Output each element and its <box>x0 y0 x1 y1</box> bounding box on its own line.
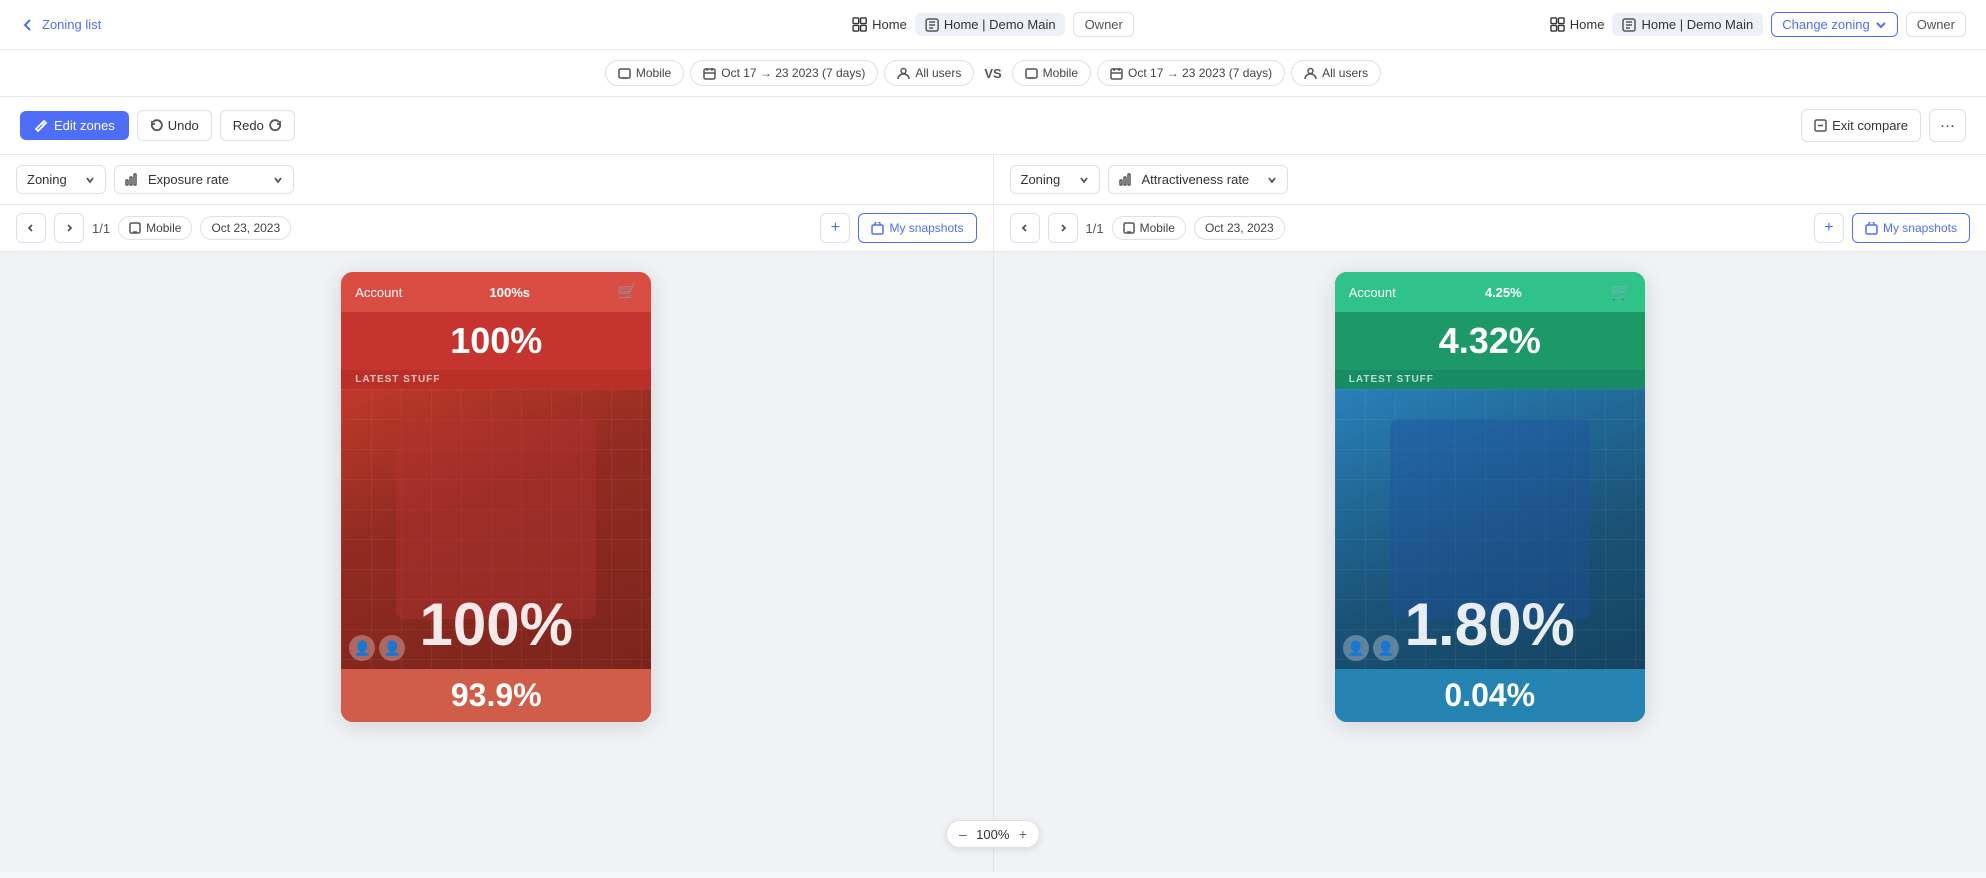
right-zone-image: 1.80% 👤 👤 <box>1335 389 1645 669</box>
nav-right: Home Home | Demo Main Change zoning Owne… <box>1550 12 1966 37</box>
owner-badge-right[interactable]: Owner <box>1906 12 1966 37</box>
right-panel-toolbar: 1/1 Mobile Oct 23, 2023 + My s <box>994 205 1986 252</box>
home-button-left[interactable]: Home <box>852 17 907 32</box>
left-account-pct: 100% <box>341 312 651 370</box>
device-label-right: Mobile <box>1043 66 1078 80</box>
left-phone-screen: Account 100%s 🛒 100% LATEST STUFF 100% 👤… <box>341 272 651 722</box>
left-panel-page: 1/1 <box>92 221 110 236</box>
filter-group-right: Mobile Oct 17 → 23 2023 (7 days) All use… <box>1012 60 1381 86</box>
person-icon-2: 👤 <box>379 635 405 661</box>
left-bottom-pct: 93.9% <box>341 669 651 722</box>
undo-button[interactable]: Undo <box>137 110 212 141</box>
right-panel-device: Mobile <box>1112 216 1186 240</box>
date-chip-right[interactable]: Oct 17 → 23 2023 (7 days) <box>1097 60 1285 86</box>
right-panel-date: Oct 23, 2023 <box>1194 216 1285 240</box>
breadcrumb-left[interactable]: Home | Demo Main <box>915 13 1066 36</box>
device-label-left: Mobile <box>636 66 671 80</box>
date-label-left: Oct 17 → 23 2023 (7 days) <box>721 66 865 80</box>
left-panel: Zoning Exposure rate <box>0 155 994 872</box>
owner-badge-left[interactable]: Owner <box>1074 12 1134 37</box>
change-zoning-button[interactable]: Change zoning <box>1771 12 1897 37</box>
right-panel-page: 1/1 <box>1086 221 1104 236</box>
right-panel-snapshots[interactable]: My snapshots <box>1852 213 1970 243</box>
more-button[interactable]: ··· <box>1929 109 1966 142</box>
users-label-right: All users <box>1322 66 1368 80</box>
left-panel-next[interactable] <box>54 213 84 243</box>
device-chip-left[interactable]: Mobile <box>605 60 684 86</box>
left-panel-toolbar: 1/1 Mobile Oct 23, 2023 + My s <box>0 205 993 252</box>
left-account-header: Account 100%s 🛒 <box>341 272 651 312</box>
person-icon-4: 👤 <box>1373 635 1399 661</box>
toolbar-right: Exit compare ··· <box>1801 109 1966 142</box>
right-panel-toolbar-right: + My snapshots <box>1814 213 1970 243</box>
person-icon-1: 👤 <box>349 635 375 661</box>
redo-button[interactable]: Redo <box>220 110 295 141</box>
left-panel-prev[interactable] <box>16 213 46 243</box>
filter-bar: Mobile Oct 17 → 23 2023 (7 days) All use… <box>0 50 1986 97</box>
left-panel-content: Account 100%s 🛒 100% LATEST STUFF 100% 👤… <box>0 252 993 872</box>
zoom-in-icon[interactable]: + <box>1019 826 1027 842</box>
breadcrumb-label-left: Home | Demo Main <box>944 17 1056 32</box>
toolbar: Edit zones Undo Redo Exit compare ··· <box>0 97 1986 155</box>
exit-compare-button[interactable]: Exit compare <box>1801 109 1921 142</box>
left-panel-snapshots[interactable]: My snapshots <box>858 213 976 243</box>
zoom-value: 100% <box>975 827 1011 842</box>
left-person-icons: 👤 👤 <box>349 635 405 661</box>
right-person-icons: 👤 👤 <box>1343 635 1399 661</box>
left-panel-add[interactable]: + <box>820 213 850 243</box>
left-panel-date: Oct 23, 2023 <box>200 216 291 240</box>
users-label-left: All users <box>915 66 961 80</box>
person-icon-3: 👤 <box>1343 635 1369 661</box>
home-label-left: Home <box>872 17 907 32</box>
home-label-right: Home <box>1570 17 1605 32</box>
right-panel-content: Account 4.25% 🛒 4.32% LATEST STUFF 1.80%… <box>994 252 1986 872</box>
device-chip-right[interactable]: Mobile <box>1012 60 1091 86</box>
main-area: Zoning Exposure rate <box>0 155 1986 872</box>
nav-center: Home Home | Demo Main Owner <box>852 12 1134 37</box>
date-label-right: Oct 17 → 23 2023 (7 days) <box>1128 66 1272 80</box>
back-label: Zoning list <box>42 17 101 32</box>
right-panel-prev[interactable] <box>1010 213 1040 243</box>
zoning-dropdown-right[interactable]: Zoning <box>1010 165 1100 194</box>
top-nav: Zoning list Home Home | Demo Main Owner <box>0 0 1986 50</box>
left-zone-image: 100% 👤 👤 <box>341 389 651 669</box>
breadcrumb-right[interactable]: Home | Demo Main <box>1612 13 1763 36</box>
users-chip-left[interactable]: All users <box>884 60 974 86</box>
metric-dropdown-left[interactable]: Exposure rate <box>114 165 294 194</box>
right-phone-screen: Account 4.25% 🛒 4.32% LATEST STUFF 1.80%… <box>1335 272 1645 722</box>
metric-dropdown-right[interactable]: Attractiveness rate <box>1108 165 1288 194</box>
left-latest-label: LATEST STUFF <box>341 370 651 389</box>
zoning-dropdown-left[interactable]: Zoning <box>16 165 106 194</box>
zoom-control: – 100% + <box>946 820 1040 848</box>
home-button-right[interactable]: Home <box>1550 17 1605 32</box>
breadcrumb-label-right: Home | Demo Main <box>1641 17 1753 32</box>
left-panel-toolbar-right: + My snapshots <box>820 213 976 243</box>
right-panel: Zoning Attractiveness rate <box>994 155 1986 872</box>
right-panel-add[interactable]: + <box>1814 213 1844 243</box>
right-account-pct: 4.32% <box>1335 312 1645 370</box>
zoom-out-icon[interactable]: – <box>959 826 967 842</box>
date-chip-left[interactable]: Oct 17 → 23 2023 (7 days) <box>690 60 878 86</box>
left-panel-device: Mobile <box>118 216 192 240</box>
users-chip-right[interactable]: All users <box>1291 60 1381 86</box>
right-panel-next[interactable] <box>1048 213 1078 243</box>
back-button[interactable]: Zoning list <box>20 17 101 33</box>
right-account-header: Account 4.25% 🛒 <box>1335 272 1645 312</box>
right-latest-label: LATEST STUFF <box>1335 370 1645 389</box>
vs-label: VS <box>984 66 1001 81</box>
right-bottom-pct: 0.04% <box>1335 669 1645 722</box>
edit-zones-button[interactable]: Edit zones <box>20 111 129 140</box>
left-panel-controls: Zoning Exposure rate <box>0 155 993 205</box>
filter-group-left: Mobile Oct 17 → 23 2023 (7 days) All use… <box>605 60 974 86</box>
right-panel-controls: Zoning Attractiveness rate <box>994 155 1986 205</box>
